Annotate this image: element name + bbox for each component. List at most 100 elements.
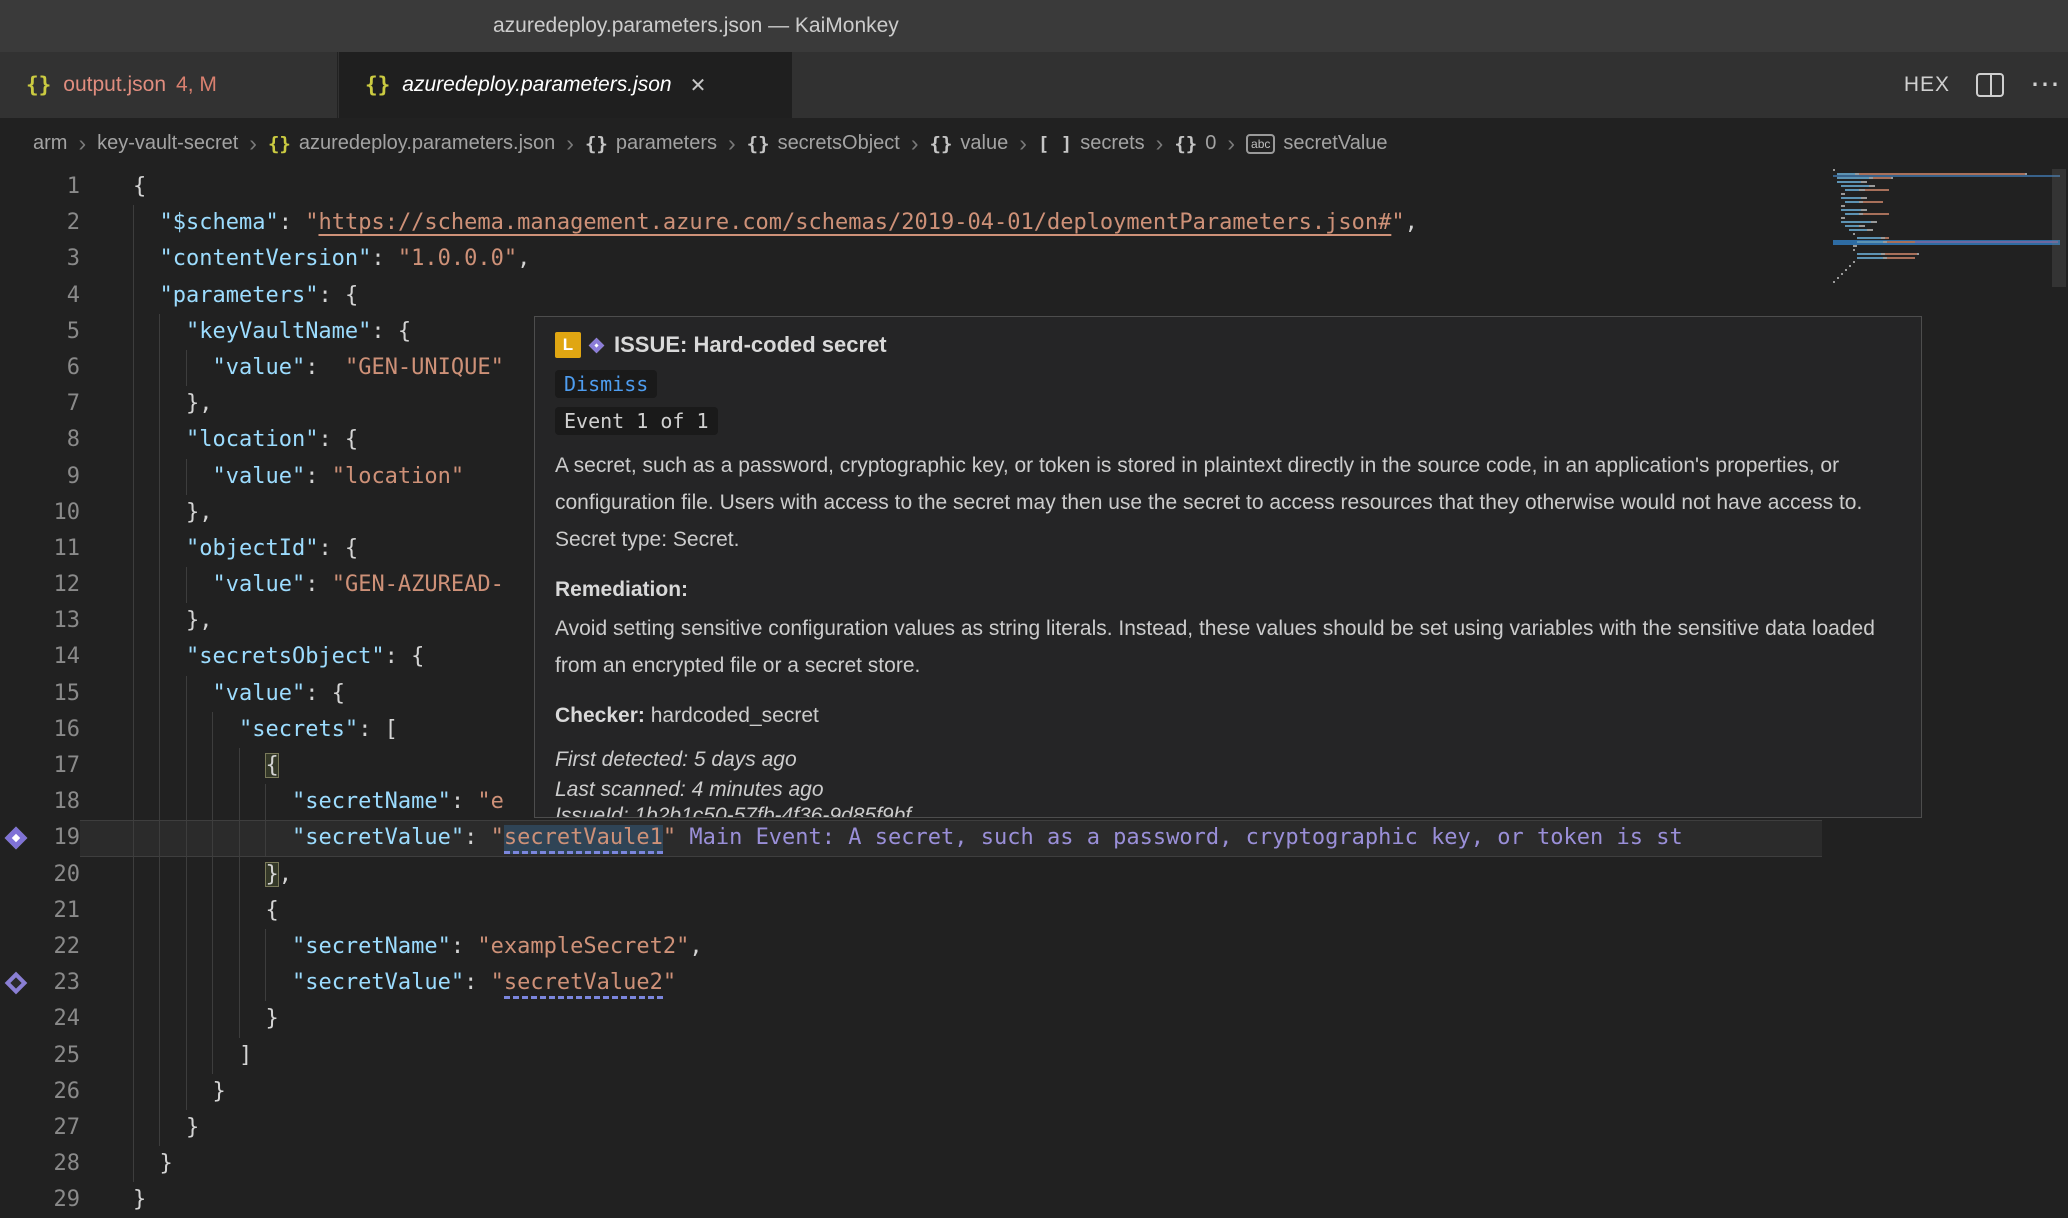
issue-description: A secret, such as a password, cryptograp… [555,447,1903,558]
breadcrumb-item-arm[interactable]: arm [33,132,67,155]
json-braces-icon: {} [365,73,390,97]
breadcrumb-label: parameters [616,132,717,155]
minimap-segment [1861,173,2023,175]
indent-guide [133,350,134,386]
indent-guide [159,495,160,531]
minimap-segment [1837,173,1855,175]
tab-label: azuredeploy.parameters.json [402,73,671,97]
minimap-segment [1865,189,1889,191]
indent-guide [159,531,160,567]
indent-guide [159,603,160,639]
string-abc-icon: abc [1246,134,1275,154]
breadcrumb-label: key-vault-secret [97,132,238,155]
json-braces-icon: {} [747,133,770,155]
code-line-4: 4 "parameters": { [0,278,1822,314]
tab-output-json[interactable]: {} output.json 4, M [0,52,338,118]
indent-guide [186,567,187,603]
indent-guide [159,1110,160,1146]
indent-guide [133,893,134,929]
indent-guide [133,1146,134,1182]
minimap-segment [1867,229,1873,231]
breadcrumb-item-parameters[interactable]: {}parameters [585,132,717,155]
indent-guide [159,893,160,929]
remediation-label: Remediation: [555,578,1901,602]
close-icon[interactable]: ✕ [690,73,707,98]
indent-guide [133,857,134,893]
minimap-segment [1915,241,2058,243]
indent-guide [159,567,160,603]
flagged-secret-token: secretVaule1 [504,825,663,854]
scrollbar-thumb[interactable] [2052,169,2066,287]
indent-guide [159,422,160,458]
issue-diamond-icon [589,337,605,353]
code-line-2: 2 "$schema": "https://schema.management.… [0,205,1822,241]
indent-guide [212,712,213,748]
minimap-segment [1857,241,1883,243]
indent-guide [186,350,187,386]
breadcrumb-item-secrets[interactable]: [ ]secrets [1038,132,1145,155]
indent-guide [159,857,160,893]
breadcrumb-item-azuredeploy.parameters.json[interactable]: {}azuredeploy.parameters.json [268,132,555,155]
indent-guide [133,639,134,675]
code-line-3: 3 "contentVersion": "1.0.0.0", [0,241,1822,277]
minimap-segment [1841,185,1869,187]
code-line-20: 20 }, [0,857,1822,893]
more-actions-icon[interactable]: ⋯ [2030,73,2060,97]
minimap-segment [1845,201,1859,203]
tab-label: output.json [63,73,166,97]
indent-guide [239,857,240,893]
code-text: } [0,1001,1822,1037]
indent-guide [239,929,240,965]
editor-actions: HEX ⋯ [1904,52,2060,118]
indent-guide [133,422,134,458]
indent-guide [186,1038,187,1074]
breadcrumb-chevron-icon: › [566,130,574,157]
indent-guide [133,567,134,603]
minimap-segment [1833,169,1835,171]
indent-guide [133,784,134,820]
indent-guide [159,965,160,1001]
minimap-segment [1859,225,1865,227]
title-bar: azuredeploy.parameters.json — KaiMonkey [0,0,2068,52]
issue-hover-tooltip: L ISSUE: Hard-coded secret Dismiss Event… [534,316,1922,818]
indent-guide [186,784,187,820]
code-line-1: 1{ [0,169,1822,205]
breadcrumb-label: arm [33,132,67,155]
breadcrumb-item-secretValue[interactable]: abcsecretValue [1246,132,1388,155]
indent-guide [186,820,187,856]
indent-guide [186,676,187,712]
minimap-segment [1845,213,1859,215]
indent-guide [186,712,187,748]
minimap-segment [1837,181,1861,183]
minimap-segment [1841,273,1843,275]
breadcrumb-label: value [960,132,1008,155]
indent-guide [159,1001,160,1037]
breadcrumb-chevron-icon: › [249,130,257,157]
hex-button[interactable]: HEX [1904,73,1950,97]
dismiss-link[interactable]: Dismiss [555,370,657,398]
breadcrumb-item-value[interactable]: {}value [930,132,1009,155]
breadcrumb-label: secretsObject [778,132,900,155]
indent-guide [212,1038,213,1074]
code-text: } [0,1110,1822,1146]
indent-guide [133,495,134,531]
indent-guide [212,784,213,820]
breadcrumb: arm › key-vault-secret › {}azuredeploy.param… [0,118,2068,169]
minimap-segment [1885,237,1889,239]
checker-value: hardcoded_secret [651,704,819,727]
schema-url-link[interactable]: https://schema.management.azure.com/sche… [318,210,1391,235]
minimap-segment [1841,209,1861,211]
indent-guide [186,857,187,893]
breadcrumb-item-0[interactable]: {}0 [1174,132,1216,155]
breadcrumb-item-secretsObject[interactable]: {} secretsObject [747,132,900,155]
breadcrumb-item-key-vault-secret[interactable]: key-vault-secret [97,132,238,155]
indent-guide [159,929,160,965]
tab-azuredeploy-parameters-json[interactable]: {} azuredeploy.parameters.json ✕ [339,52,792,118]
indent-guide [159,712,160,748]
indent-guide [159,459,160,495]
minimap-segment [1845,225,1859,227]
checker-line: Checker: hardcoded_secret [555,704,1901,728]
split-editor-icon[interactable] [1976,73,2004,97]
issue-header: L ISSUE: Hard-coded secret [555,330,1901,360]
minimap-segment [1845,269,1847,271]
